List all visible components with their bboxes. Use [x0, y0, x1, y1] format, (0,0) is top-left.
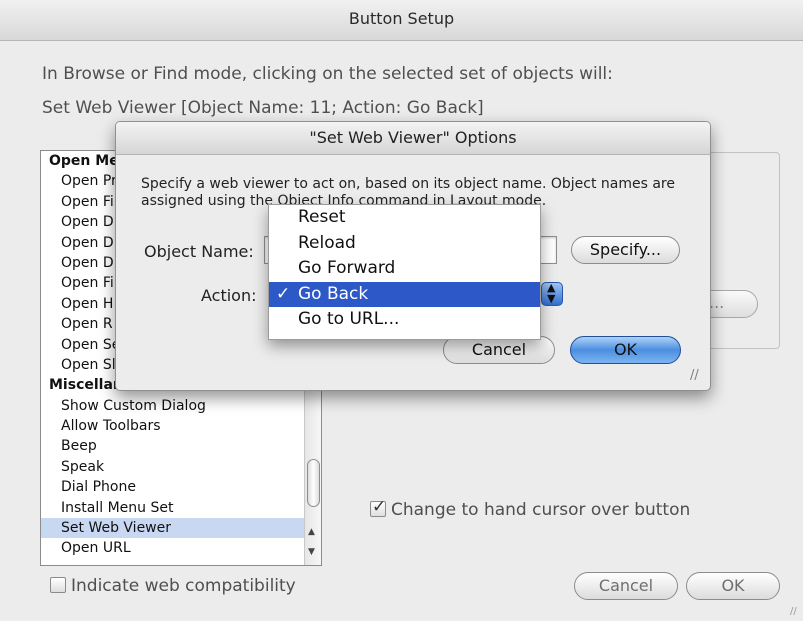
menu-item-reload[interactable]: Reload — [269, 231, 540, 257]
menu-item-go-back[interactable]: ✓ Go Back — [269, 281, 540, 307]
step-list-item[interactable]: Open URL — [41, 538, 321, 558]
menu-item-label: Go Forward — [298, 258, 396, 278]
menu-item-label: Reload — [298, 232, 356, 253]
popup-down-arrow-icon: ▼ — [547, 292, 556, 305]
ok-button[interactable]: OK — [686, 572, 780, 600]
menu-item-go-to-url[interactable]: Go to URL... — [269, 307, 540, 333]
specify-button[interactable]: Specify... — [571, 236, 680, 264]
popup-up-arrow-icon: ▲ — [547, 281, 556, 294]
dialog-title: "Set Web Viewer" Options — [116, 122, 710, 155]
hand-cursor-option[interactable]: ✓ Change to hand cursor over button — [370, 497, 691, 520]
cancel-button[interactable]: Cancel — [574, 572, 678, 600]
menu-item-reset[interactable]: Reset — [269, 205, 540, 231]
web-compat-label: Indicate web compatibility — [71, 576, 296, 596]
menu-item-go-forward[interactable]: Go Forward — [269, 256, 540, 282]
step-list-item[interactable]: Set Web Viewer — [41, 518, 321, 539]
action-popup-arrows-icon[interactable]: ▲ ▼ — [541, 282, 563, 306]
hand-cursor-checkbox[interactable]: ✓ — [370, 497, 386, 517]
step-list-item[interactable]: Dial Phone — [41, 477, 321, 497]
menu-item-label: Go to URL... — [298, 309, 400, 329]
scrollbar-thumb[interactable] — [307, 459, 320, 507]
web-compat-option[interactable]: Indicate web compatibility — [50, 576, 296, 596]
menu-item-label: Reset — [298, 207, 346, 227]
dialog-resize-grip-icon[interactable]: // — [690, 368, 699, 383]
web-compat-checkbox[interactable] — [50, 577, 66, 593]
checkmark-icon: ✓ — [276, 283, 291, 304]
title-bar[interactable]: Button Setup — [0, 0, 803, 41]
action-dropdown-menu[interactable]: Reset Reload Go Forward ✓ Go Back Go to URL..… — [268, 204, 541, 340]
resize-grip-icon[interactable]: // — [790, 606, 797, 617]
dialog-ok-button[interactable]: OK — [570, 336, 681, 364]
step-list-item[interactable]: Beep — [41, 436, 321, 456]
hand-cursor-label: Change to hand cursor over button — [391, 500, 691, 520]
action-label: Action: — [201, 286, 257, 305]
dialog-cancel-button[interactable]: Cancel — [443, 336, 555, 364]
step-description: Set Web Viewer [Object Name: 11; Action:… — [42, 98, 484, 118]
intro-text: In Browse or Find mode, clicking on the … — [42, 64, 613, 84]
checkmark-icon: ✓ — [372, 497, 387, 517]
step-list-item[interactable]: Allow Toolbars — [41, 416, 321, 436]
scroll-down-arrow-icon[interactable]: ▼ — [308, 547, 315, 557]
window-title: Button Setup — [348, 9, 455, 28]
step-list-item[interactable]: Install Menu Set — [41, 498, 321, 518]
object-name-label: Object Name: — [144, 242, 254, 261]
scroll-up-arrow-icon[interactable]: ▲ — [308, 527, 315, 537]
step-list-item[interactable]: Speak — [41, 457, 321, 477]
step-list-item[interactable]: Show Custom Dialog — [41, 396, 321, 416]
menu-item-label: Go Back — [298, 283, 369, 304]
